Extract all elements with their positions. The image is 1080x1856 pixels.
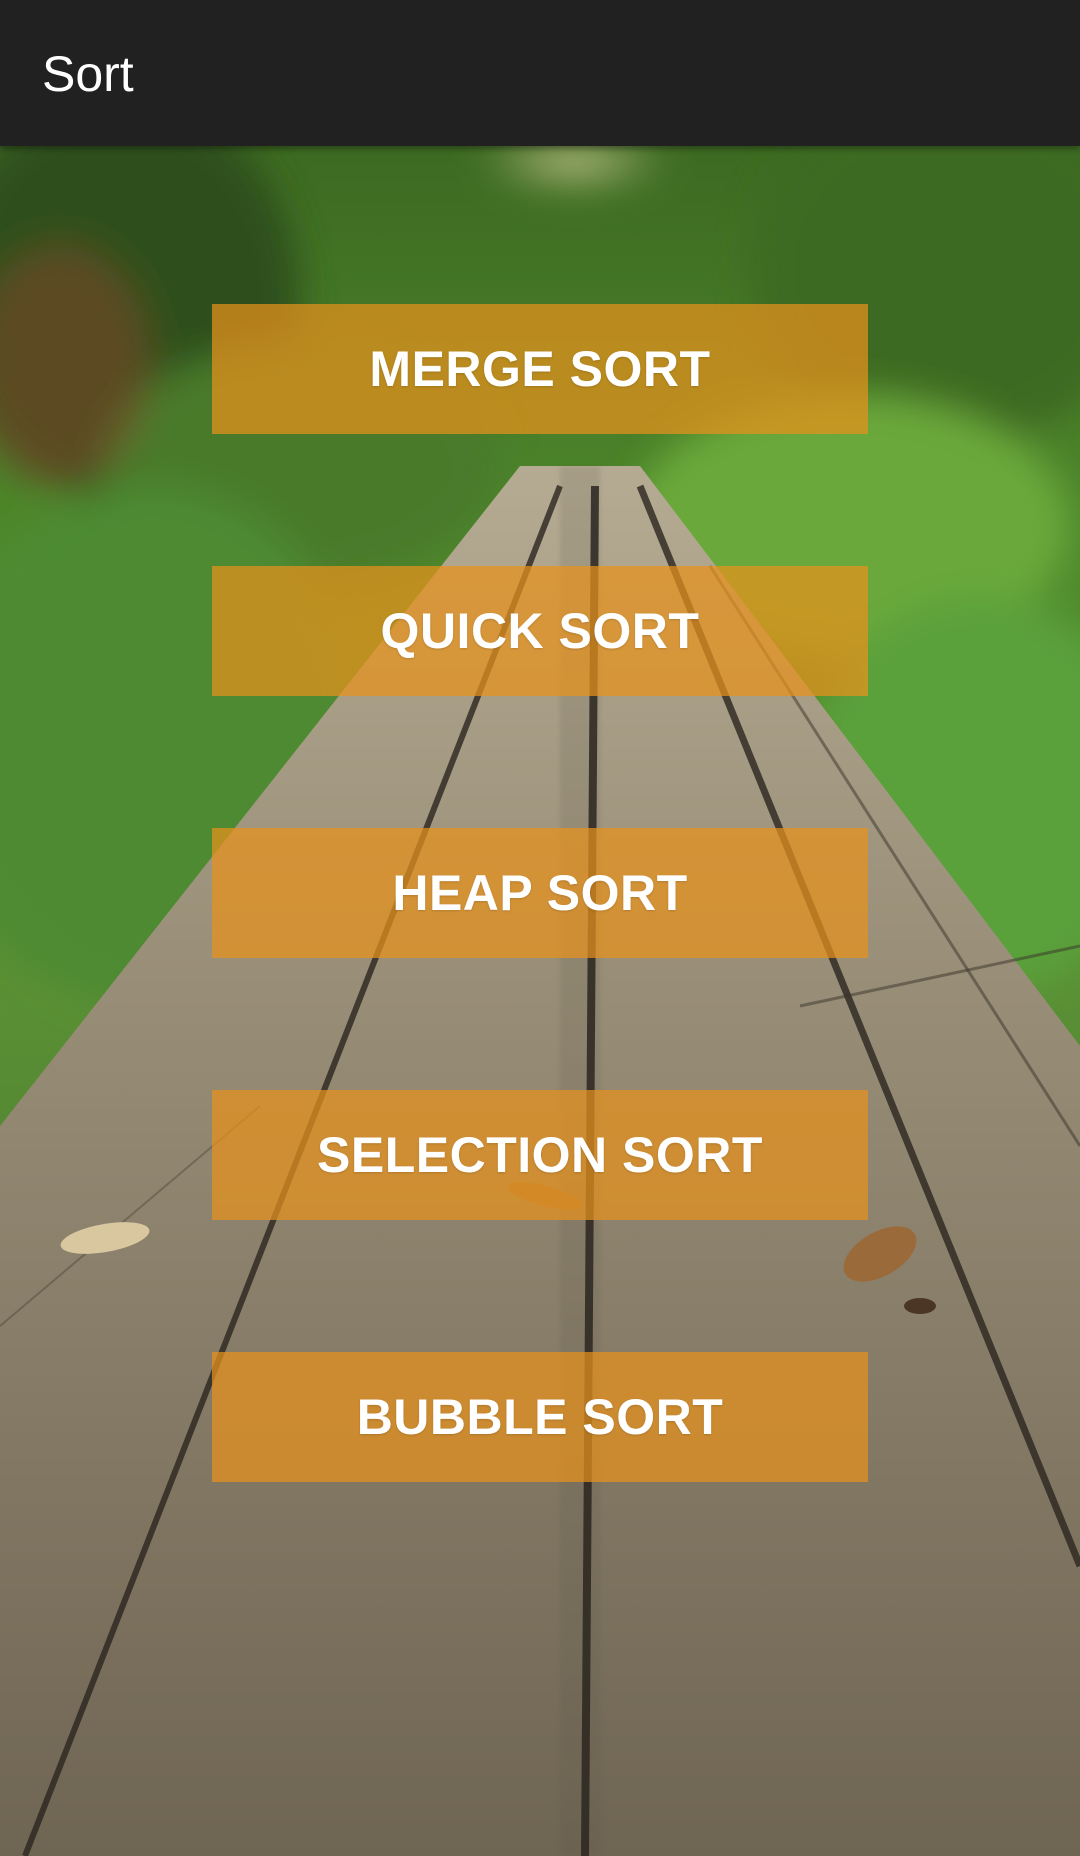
- sort-screen: Sort MERGE SORT QUICK SORT HEAP SORT SEL…: [0, 0, 1080, 1856]
- app-title: Sort: [42, 46, 134, 102]
- app-bar: Sort: [0, 0, 1080, 146]
- merge-sort-button[interactable]: MERGE SORT: [212, 304, 868, 434]
- heap-sort-button[interactable]: HEAP SORT: [212, 828, 868, 958]
- bubble-sort-button[interactable]: BUBBLE SORT: [212, 1352, 868, 1482]
- quick-sort-button[interactable]: QUICK SORT: [212, 566, 868, 696]
- selection-sort-button[interactable]: SELECTION SORT: [212, 1090, 868, 1220]
- sort-button-list: MERGE SORT QUICK SORT HEAP SORT SELECTIO…: [0, 0, 1080, 1856]
